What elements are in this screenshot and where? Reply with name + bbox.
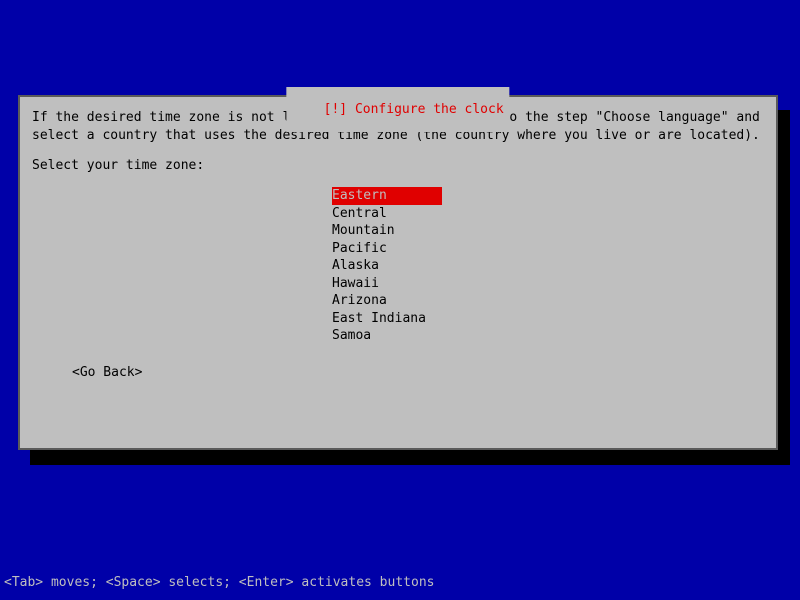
timezone-item-arizona[interactable]: Arizona [332,292,442,310]
dialog-title-text: [!] Configure the clock [324,102,504,117]
status-bar: <Tab> moves; <Space> selects; <Enter> ac… [4,575,434,590]
timezone-item-central[interactable]: Central [332,205,442,223]
timezone-item-samoa[interactable]: Samoa [332,327,442,345]
timezone-item-east-indiana[interactable]: East Indiana [332,310,442,328]
prompt-text: Select your time zone: [32,158,764,173]
dialog-title: [!] Configure the clock [286,87,509,132]
go-back-button[interactable]: <Go Back> [72,365,764,380]
timezone-item-alaska[interactable]: Alaska [332,257,442,275]
timezone-item-mountain[interactable]: Mountain [332,222,442,240]
timezone-item-pacific[interactable]: Pacific [332,240,442,258]
timezone-item-eastern[interactable]: Eastern [332,187,442,205]
timezone-item-hawaii[interactable]: Hawaii [332,275,442,293]
dialog-content: If the desired time zone is not listed, … [20,97,776,392]
configure-clock-dialog: [!] Configure the clock If the desired t… [18,95,778,450]
timezone-list: Eastern Central Mountain Pacific Alaska … [332,187,764,345]
